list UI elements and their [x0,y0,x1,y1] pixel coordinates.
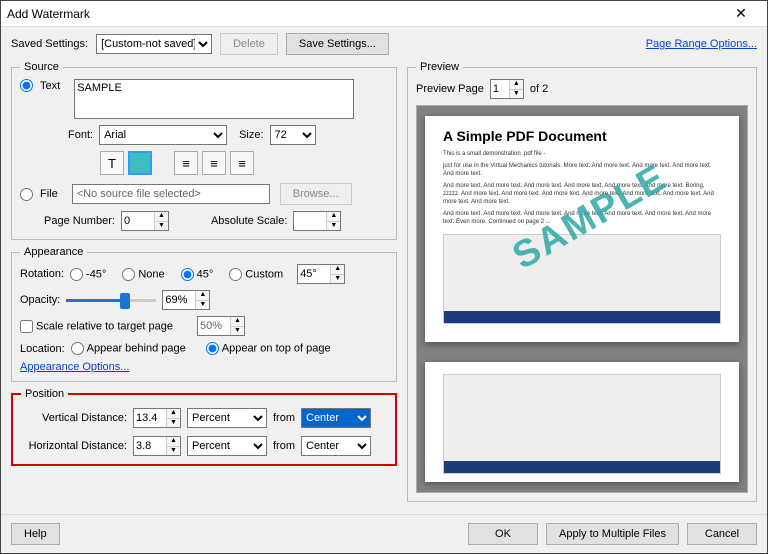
preview-group: Preview Preview Page ▲▼ of 2 A Simple PD… [407,61,757,502]
chevron-up-icon: ▲ [155,212,168,222]
location-ontop[interactable]: Appear on top of page [206,342,331,355]
vdist-from-select[interactable]: Center [301,408,371,428]
vdist-from-label: from [273,412,295,424]
position-legend: Position [21,388,68,400]
file-path-input[interactable] [72,184,270,204]
location-label: Location: [20,343,65,355]
hdist-label: Horizontal Distance: [21,440,127,452]
rotation-minus45[interactable]: -45° [70,268,106,281]
appearance-group: Appearance Rotation: -45° None 45° Custo… [11,246,397,382]
opacity-label: Opacity: [20,294,60,306]
delete-button[interactable]: Delete [220,33,278,55]
help-button[interactable]: Help [11,523,60,545]
window-title: Add Watermark [7,7,721,21]
vdist-unit-select[interactable]: Percent [187,408,267,428]
vdist-input[interactable]: ▲▼ [133,408,181,428]
preview-screenshot-thumb [443,234,721,324]
text-style-icon[interactable]: T [100,151,124,175]
page-number-label: Page Number: [44,215,115,227]
font-label: Font: [68,129,93,141]
size-label: Size: [239,129,263,141]
cancel-button[interactable]: Cancel [687,523,757,545]
titlebar: Add Watermark ✕ [1,1,767,27]
saved-settings-select[interactable]: [Custom-not saved] [96,34,212,54]
text-radio[interactable]: Text [20,79,60,92]
preview-page-label: Preview Page [416,83,484,95]
source-group: Source Text SAMPLE Font: Arial Size: 72 … [11,61,397,240]
button-bar: Help OK Apply to Multiple Files Cancel [1,514,767,553]
preview-legend: Preview [416,61,463,73]
saved-settings-label: Saved Settings: [11,38,88,50]
ok-button[interactable]: OK [468,523,538,545]
file-radio[interactable]: File [20,188,58,201]
abs-scale-input[interactable]: ▲▼ [293,211,341,231]
save-settings-button[interactable]: Save Settings... [286,33,389,55]
rotation-plus45[interactable]: 45° [181,268,214,281]
font-select[interactable]: Arial [99,125,227,145]
hdist-from-label: from [273,440,295,452]
hdist-from-select[interactable]: Center [301,436,371,456]
color-swatch-icon[interactable] [128,151,152,175]
watermark-text-input[interactable]: SAMPLE [74,79,354,119]
chevron-down-icon: ▼ [155,222,168,231]
align-right-icon[interactable]: ≡ [230,151,254,175]
rotation-none[interactable]: None [122,268,164,281]
apply-multiple-button[interactable]: Apply to Multiple Files [546,523,679,545]
align-center-icon[interactable]: ≡ [202,151,226,175]
preview-page-of: of 2 [530,83,548,95]
page-range-link[interactable]: Page Range Options... [646,38,757,50]
preview-screenshot-thumb-2 [443,374,721,474]
scale-relative-input[interactable]: ▲▼ [197,316,245,336]
appearance-options-link[interactable]: Appearance Options... [20,361,129,373]
scale-relative-checkbox[interactable]: Scale relative to target page [20,320,173,333]
position-group: Position Vertical Distance: ▲▼ Percent f… [11,388,397,466]
page-number-input[interactable]: ▲▼ [121,211,169,231]
size-select[interactable]: 72 [270,125,316,145]
hdist-unit-select[interactable]: Percent [187,436,267,456]
opacity-slider[interactable] [66,291,156,309]
preview-page-1: A Simple PDF Document This is a small de… [425,116,739,342]
hdist-input[interactable]: ▲▼ [133,436,181,456]
source-legend: Source [20,61,63,73]
rotation-label: Rotation: [20,268,64,280]
location-behind[interactable]: Appear behind page [71,342,186,355]
appearance-legend: Appearance [20,246,87,258]
vdist-label: Vertical Distance: [21,412,127,424]
preview-doc-title: A Simple PDF Document [443,128,721,144]
abs-scale-label: Absolute Scale: [211,215,287,227]
align-left-icon[interactable]: ≡ [174,151,198,175]
rotation-custom[interactable]: Custom [229,268,283,281]
add-watermark-dialog: Add Watermark ✕ Saved Settings: [Custom-… [0,0,768,554]
rotation-custom-input[interactable]: ▲▼ [297,264,345,284]
preview-page-2 [425,362,739,482]
preview-page-input[interactable]: ▲▼ [490,79,524,99]
opacity-input[interactable]: ▲▼ [162,290,210,310]
browse-button[interactable]: Browse... [280,183,352,205]
close-icon[interactable]: ✕ [721,1,761,27]
preview-area: A Simple PDF Document This is a small de… [416,105,748,493]
